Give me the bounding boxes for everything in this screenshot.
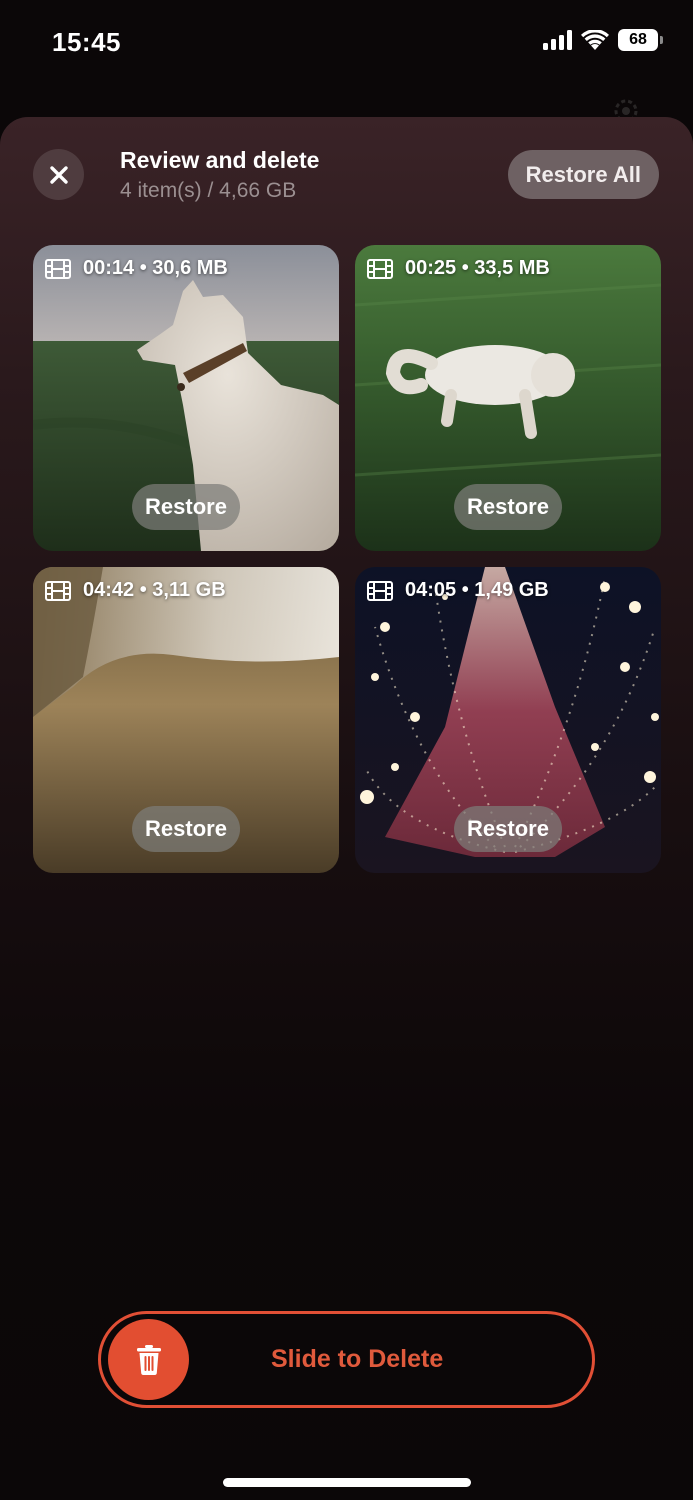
- restore-all-button[interactable]: Restore All: [507, 150, 659, 199]
- media-tile[interactable]: 00:14 • 30,6 MB Restore: [33, 245, 339, 551]
- slide-to-delete[interactable]: Slide to Delete: [98, 1311, 595, 1408]
- media-tile[interactable]: 04:42 • 3,11 GB Restore: [33, 567, 339, 873]
- film-icon: [367, 580, 393, 601]
- media-tile[interactable]: 04:05 • 1,49 GB Restore: [355, 567, 661, 873]
- tile-meta: 04:42 • 3,11 GB: [45, 579, 226, 602]
- sheet-subtitle: 4 item(s) / 4,66 GB: [120, 179, 297, 202]
- review-sheet: Review and delete 4 item(s) / 4,66 GB Re…: [0, 117, 693, 1500]
- tile-duration-size: 00:25 • 33,5 MB: [405, 257, 550, 279]
- close-button[interactable]: [33, 149, 84, 200]
- restore-button[interactable]: Restore: [454, 806, 562, 852]
- film-icon: [367, 258, 393, 279]
- film-icon: [45, 580, 71, 601]
- media-tile[interactable]: 00:25 • 33,5 MB Restore: [355, 245, 661, 551]
- tile-meta: 00:14 • 30,6 MB: [45, 257, 228, 280]
- film-icon: [45, 258, 71, 279]
- cellular-signal-icon: [543, 30, 572, 50]
- trash-icon: [136, 1344, 161, 1375]
- close-icon: [49, 165, 68, 184]
- restore-button[interactable]: Restore: [454, 484, 562, 530]
- tile-meta: 04:05 • 1,49 GB: [367, 579, 549, 602]
- tile-meta: 00:25 • 33,5 MB: [367, 257, 550, 280]
- restore-button[interactable]: Restore: [132, 484, 240, 530]
- battery-level: 68: [618, 29, 658, 51]
- slider-knob[interactable]: [108, 1319, 189, 1400]
- slider-label: Slide to Delete: [271, 1345, 444, 1373]
- sheet-title: Review and delete: [120, 147, 320, 173]
- tile-duration-size: 00:14 • 30,6 MB: [83, 257, 228, 279]
- battery-icon: 68: [618, 29, 663, 51]
- status-time: 15:45: [52, 27, 121, 57]
- home-indicator: [223, 1478, 471, 1487]
- status-bar: 15:45 68: [0, 0, 693, 84]
- wifi-icon: [581, 29, 609, 50]
- tile-duration-size: 04:42 • 3,11 GB: [83, 579, 226, 601]
- restore-button[interactable]: Restore: [132, 806, 240, 852]
- tile-duration-size: 04:05 • 1,49 GB: [405, 579, 549, 601]
- status-icons: 68: [543, 29, 663, 51]
